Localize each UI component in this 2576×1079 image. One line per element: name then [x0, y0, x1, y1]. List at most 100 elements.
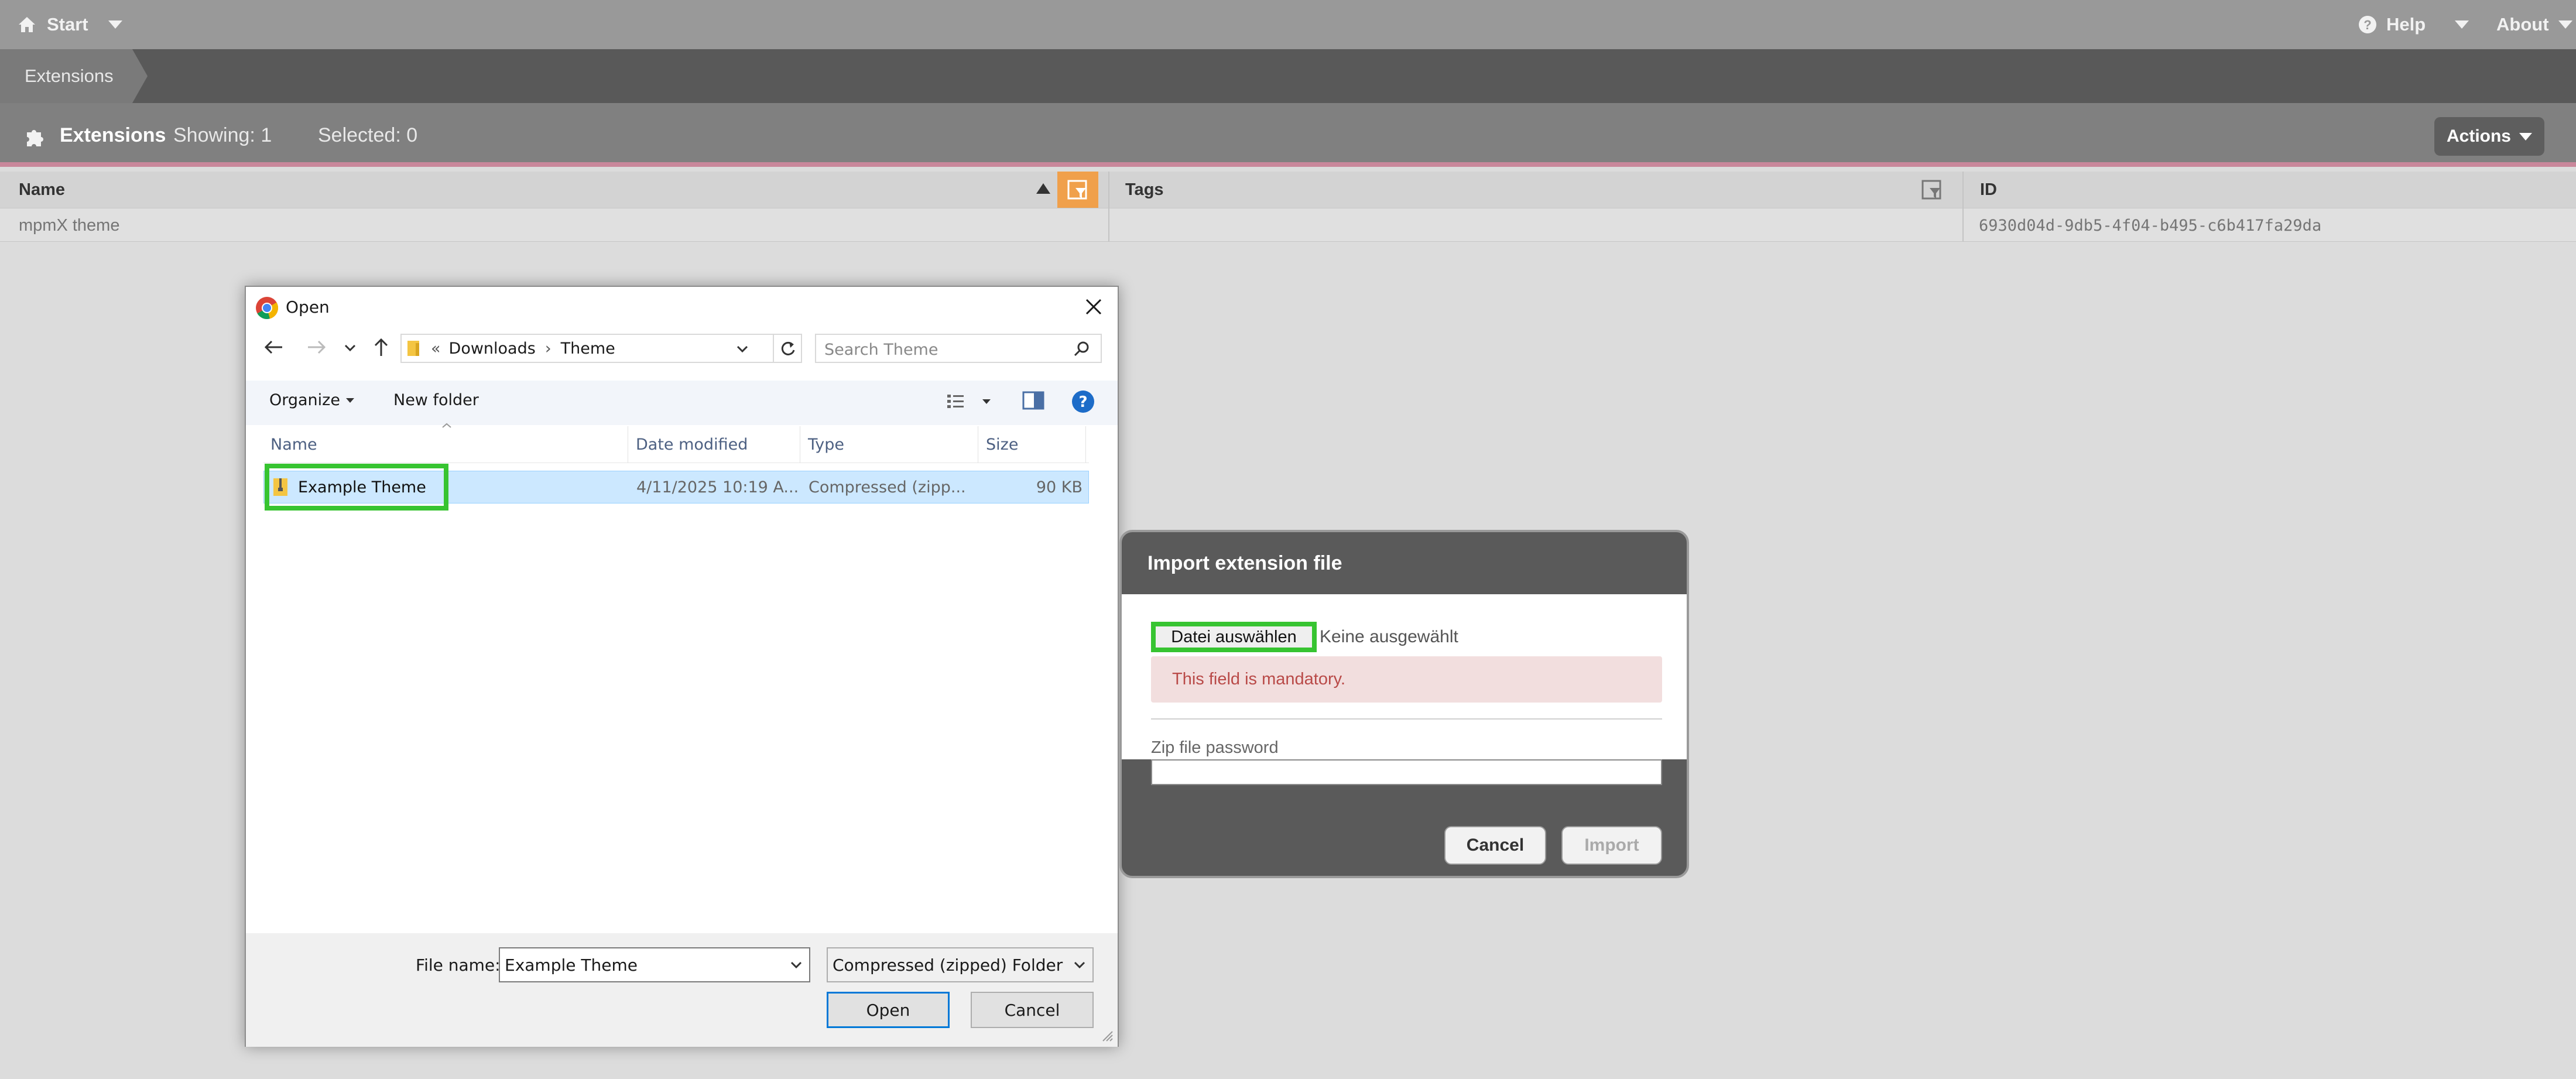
- open-file-dialog: Open « Downloads › Theme Search Theme Or…: [245, 286, 1119, 1047]
- forward-arrow-icon[interactable]: [307, 340, 327, 355]
- chrome-icon: [256, 297, 279, 319]
- open-button[interactable]: Open: [827, 992, 950, 1028]
- file-size: 90 KB: [1036, 478, 1083, 496]
- help-icon[interactable]: ?: [1071, 390, 1095, 413]
- import-label: Import: [1584, 835, 1639, 855]
- cancel-label: Cancel: [1466, 835, 1525, 855]
- file-type-select[interactable]: Compressed (zipped) Folder: [827, 947, 1094, 982]
- modal-title: Import extension file: [1147, 552, 1342, 574]
- breadcrumb-extensions[interactable]: Extensions: [0, 49, 148, 103]
- selected-count: Selected: 0: [318, 124, 418, 146]
- chevron-right-icon: ›: [544, 339, 551, 358]
- organize-label: Organize: [269, 391, 340, 409]
- column-divider: [1962, 172, 1964, 242]
- chevron-down-icon: [108, 20, 122, 29]
- breadcrumb-bar: Extensions: [0, 49, 2576, 103]
- preview-pane-icon[interactable]: [1022, 391, 1044, 410]
- column-header-tags[interactable]: Tags: [1125, 172, 1164, 208]
- refresh-icon: [781, 341, 795, 355]
- column-header-name[interactable]: Name: [270, 426, 317, 463]
- toolbar-title: Extensions: [60, 124, 166, 146]
- cancel-button[interactable]: Cancel: [1444, 826, 1546, 865]
- chevron-down-icon[interactable]: [982, 399, 991, 404]
- help-menu[interactable]: ? Help: [2358, 0, 2469, 49]
- import-extension-modal: Import extension file Datei auswählen Ke…: [1119, 530, 1689, 878]
- showing-count: Showing: 1: [173, 124, 272, 146]
- file-name-label: File name:: [416, 955, 501, 975]
- about-menu[interactable]: About: [2496, 0, 2572, 49]
- cell-name: mpmX theme: [19, 215, 120, 235]
- breadcrumb-label: Extensions: [25, 66, 114, 86]
- name-filter-button[interactable]: [1057, 172, 1098, 208]
- help-icon: ?: [2359, 16, 2376, 33]
- back-arrow-icon[interactable]: [263, 340, 283, 355]
- address-row: « Downloads › Theme Search Theme: [246, 329, 1118, 365]
- zip-password-label: Zip file password: [1151, 738, 1279, 757]
- table-row[interactable]: mpmX theme 6930d04d-9db5-4f04-b495-c6b41…: [0, 208, 2576, 242]
- actions-button[interactable]: Actions: [2434, 117, 2544, 156]
- search-icon: [1074, 341, 1089, 357]
- organize-button[interactable]: Organize: [269, 391, 354, 409]
- zip-password-input[interactable]: [1151, 759, 1662, 785]
- path-overflow[interactable]: «: [431, 340, 441, 358]
- command-bar: Organize New folder ?: [246, 381, 1118, 425]
- chevron-down-icon: [2455, 20, 2469, 29]
- choose-file-button[interactable]: Datei auswählen: [1151, 622, 1317, 652]
- svg-text:?: ?: [1078, 393, 1087, 411]
- close-icon[interactable]: [1084, 297, 1103, 316]
- file-date: 4/11/2025 10:19 A...: [636, 478, 799, 496]
- view-options-icon[interactable]: [946, 392, 970, 410]
- cancel-label: Cancel: [1004, 1000, 1060, 1020]
- file-type-value: Compressed (zipped) Folder: [833, 955, 1063, 975]
- search-placeholder: Search Theme: [824, 341, 938, 359]
- folder-icon: [407, 341, 419, 356]
- chevron-down-icon: [2558, 20, 2572, 29]
- chevron-down-icon: [345, 398, 354, 403]
- recent-locations-icon[interactable]: [344, 344, 356, 351]
- new-folder-button[interactable]: New folder: [393, 391, 479, 409]
- error-text: This field is mandatory.: [1172, 670, 1346, 688]
- column-header-size[interactable]: Size: [986, 426, 1018, 463]
- file-type: Compressed (zipp...: [809, 478, 966, 496]
- no-file-selected: Keine ausgewählt: [1320, 627, 1458, 646]
- dialog-footer: File name: Example Theme Compressed (zip…: [246, 933, 1118, 1047]
- grid-header: Name Tags ID: [0, 172, 2576, 208]
- open-label: Open: [866, 1000, 910, 1020]
- column-divider: [1108, 172, 1109, 242]
- sort-ascending-icon[interactable]: [1036, 183, 1050, 194]
- dialog-title: Open: [286, 297, 330, 317]
- path-segment-downloads[interactable]: Downloads: [449, 340, 536, 358]
- chevron-down-icon: [1074, 961, 1085, 968]
- dialog-cancel-button[interactable]: Cancel: [971, 992, 1094, 1028]
- up-arrow-icon[interactable]: [374, 337, 389, 357]
- puzzle-icon: [27, 130, 43, 146]
- about-label: About: [2496, 14, 2549, 35]
- address-bar[interactable]: « Downloads › Theme: [400, 334, 774, 363]
- chevron-down-icon[interactable]: [790, 961, 802, 968]
- column-header-name[interactable]: Name: [19, 172, 65, 208]
- column-divider: [1085, 426, 1086, 463]
- chevron-down-icon: [2519, 132, 2532, 141]
- search-box[interactable]: Search Theme: [815, 334, 1102, 363]
- list-toolbar: Extensions Showing: 1 Selected: 0 Action…: [0, 103, 2576, 167]
- divider: [1151, 718, 1662, 720]
- file-name-input[interactable]: Example Theme: [499, 947, 810, 982]
- refresh-button[interactable]: [774, 334, 802, 363]
- error-message: This field is mandatory.: [1151, 656, 1662, 703]
- actions-label: Actions: [2446, 126, 2511, 146]
- dialog-title-bar: Open: [246, 287, 1118, 329]
- column-header-type[interactable]: Type: [808, 426, 844, 463]
- top-bar: Start ? Help About: [0, 0, 2576, 49]
- column-header-date[interactable]: Date modified: [636, 426, 748, 463]
- path-segment-theme[interactable]: Theme: [561, 340, 615, 358]
- start-menu[interactable]: Start: [18, 0, 122, 49]
- filter-icon[interactable]: [1921, 180, 1943, 201]
- chevron-down-icon[interactable]: [737, 345, 748, 352]
- column-header-id[interactable]: ID: [1980, 172, 1997, 208]
- import-button[interactable]: Import: [1561, 826, 1662, 865]
- highlight-box: [265, 464, 448, 511]
- resize-grip-icon[interactable]: [1101, 1029, 1114, 1042]
- help-label: Help: [2386, 14, 2426, 35]
- filter-icon: [1067, 180, 1087, 200]
- file-list-header: Name Date modified Type Size: [263, 426, 1089, 463]
